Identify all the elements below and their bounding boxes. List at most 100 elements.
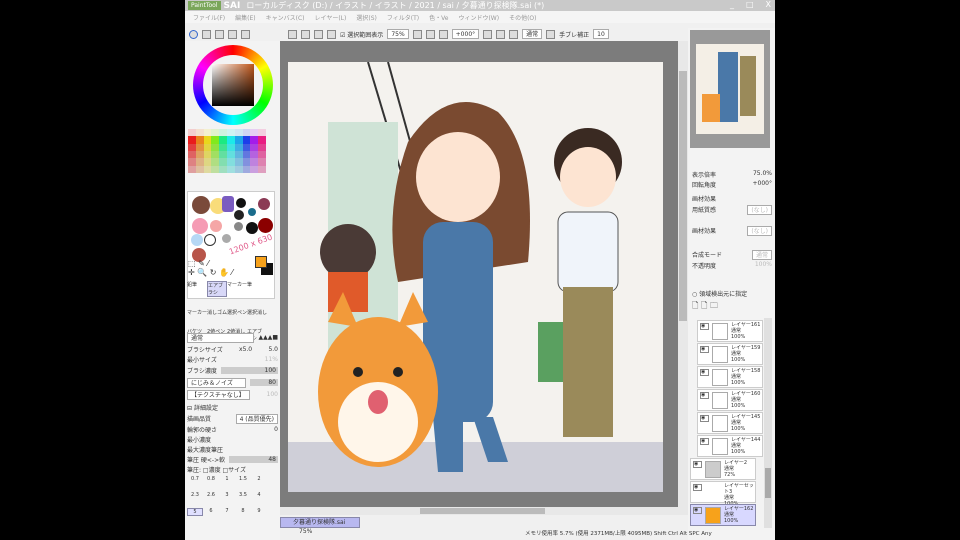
swatch[interactable] <box>227 158 235 166</box>
swatch[interactable] <box>188 158 196 166</box>
menu-layer[interactable]: レイヤー(L) <box>315 13 347 22</box>
rotate-right-button[interactable] <box>496 29 506 39</box>
brush-size-preset[interactable]: 2.6 <box>203 492 219 498</box>
redo-button[interactable] <box>327 29 336 39</box>
main-color[interactable] <box>255 256 267 268</box>
zoom-in-button[interactable] <box>425 29 435 39</box>
swatch[interactable] <box>234 143 243 151</box>
scratchpad-toggle[interactable] <box>241 29 250 39</box>
brush-size-preset[interactable]: 8 <box>235 508 251 516</box>
min-size-value[interactable]: 11% <box>265 356 278 363</box>
brush-size-preset[interactable]: 9 <box>251 508 267 516</box>
tool-icons[interactable]: ⬚ ✎ ⁄ ✛ 🔍 ↻ ✋ ⁄ <box>188 259 233 277</box>
eye-icon[interactable]: ◉ <box>693 461 702 468</box>
swatch[interactable] <box>250 136 259 144</box>
angle-field[interactable]: +000° <box>451 29 480 39</box>
menu-edit[interactable]: 編集(E) <box>235 13 255 22</box>
swatch[interactable] <box>258 129 266 137</box>
color-wheel-toggle[interactable] <box>189 29 198 39</box>
noise-slider[interactable]: 80 <box>250 379 278 386</box>
canvas-vertical-scrollbar[interactable] <box>678 41 688 515</box>
swatch[interactable] <box>250 150 259 159</box>
brush-size-preset[interactable]: 2 <box>251 476 267 482</box>
layer-item[interactable]: ◉ レイヤー162 通常 100% <box>690 504 756 526</box>
swatch[interactable] <box>242 136 251 144</box>
rotate-left-button[interactable] <box>483 29 493 39</box>
nav-angle-value[interactable]: +000° <box>753 180 772 189</box>
zoom-reset-button[interactable] <box>438 29 448 39</box>
swatch[interactable] <box>211 136 220 144</box>
brush-shape-icons[interactable]: ▲▲▲■ <box>258 334 278 341</box>
menu-color[interactable]: 色・Ve <box>429 13 448 22</box>
brush-size-value[interactable]: 5.0 <box>268 346 278 353</box>
menu-select[interactable]: 選択(S) <box>356 13 377 22</box>
swatch[interactable] <box>227 129 235 137</box>
swatch[interactable] <box>227 143 235 151</box>
swatch[interactable] <box>234 136 243 144</box>
swatch[interactable] <box>188 165 196 173</box>
brush-size-preset[interactable]: 3 <box>219 492 235 498</box>
eye-icon[interactable]: ◉ <box>700 369 709 376</box>
swatch[interactable] <box>227 136 235 144</box>
swatch[interactable] <box>219 129 227 137</box>
swatch[interactable] <box>211 165 220 173</box>
swatch[interactable] <box>211 143 220 151</box>
paper-select[interactable]: (なし) <box>747 205 772 215</box>
swatch[interactable] <box>211 150 220 159</box>
layer-item[interactable]: ◉ レイヤー145 通常 100% <box>697 412 763 434</box>
brush-size-preset[interactable]: 7 <box>219 508 235 516</box>
swatch[interactable] <box>242 158 251 166</box>
brush-size-preset[interactable]: 5 <box>187 508 203 516</box>
layer-item[interactable]: ◉ レイヤー161 通常 100% <box>697 320 763 342</box>
brush-size-preset[interactable]: 3.5 <box>235 492 251 498</box>
swatch[interactable] <box>219 143 227 151</box>
eye-icon[interactable]: ◉ <box>700 438 709 445</box>
zoom-field[interactable]: 75% <box>387 29 409 39</box>
stabilizer-select[interactable]: 10 <box>593 29 609 39</box>
swatch[interactable] <box>211 158 220 166</box>
eye-icon[interactable]: ◉ <box>700 415 709 422</box>
tool-button[interactable]: エアブラシ <box>207 281 227 297</box>
brush-size-preset[interactable]: 6 <box>203 508 219 516</box>
menu-canvas[interactable]: キャンバス(C) <box>266 13 305 22</box>
selection-checkbox[interactable]: ☑ 選択範囲表示 <box>340 30 383 39</box>
swatch[interactable] <box>250 129 259 137</box>
tool-button[interactable]: 鉛筆 <box>187 281 207 297</box>
flip-button[interactable] <box>546 29 556 39</box>
zoom-out-button[interactable] <box>412 29 422 39</box>
swatch[interactable] <box>258 150 266 159</box>
pressure-slider[interactable]: 48 <box>229 456 278 463</box>
swatch[interactable] <box>195 158 204 166</box>
swatch[interactable] <box>227 165 235 173</box>
rgb-slider-toggle[interactable] <box>202 29 211 39</box>
density-slider[interactable]: 100 <box>220 367 278 374</box>
layer-opacity-value[interactable]: 100% <box>755 261 772 270</box>
undo-button[interactable] <box>314 29 323 39</box>
swatch[interactable] <box>234 158 243 166</box>
eye-icon[interactable]: ◉ <box>693 507 702 514</box>
color-square[interactable] <box>212 64 254 106</box>
swatch[interactable] <box>219 150 227 159</box>
layer-blend-select[interactable]: 通常 <box>751 250 772 260</box>
hsv-slider-toggle[interactable] <box>215 29 224 39</box>
effects-toggle[interactable]: 画材効果 <box>692 194 716 203</box>
menu-window[interactable]: ウィンドウ(W) <box>458 13 499 22</box>
tool-button[interactable]: 選択消し <box>247 309 267 316</box>
swatch[interactable] <box>203 165 212 173</box>
swatch[interactable] <box>211 129 220 137</box>
swatch[interactable] <box>242 165 251 173</box>
edge-value[interactable]: 0 <box>274 426 278 433</box>
texture-select[interactable]: 【テクスチャなし】 <box>187 389 250 400</box>
swatch[interactable] <box>195 136 204 144</box>
detail-toggle[interactable]: ⊟ 詳細設定 <box>187 403 218 412</box>
swatch[interactable] <box>234 129 243 137</box>
swatch[interactable] <box>258 143 266 151</box>
eye-icon[interactable]: ◉ <box>700 346 709 353</box>
navigator[interactable] <box>690 30 770 148</box>
quality-select[interactable]: 4 (品質優先) <box>235 413 278 424</box>
swatch[interactable] <box>227 150 235 159</box>
swatch[interactable] <box>242 143 251 151</box>
eye-icon[interactable]: ◉ <box>700 323 709 330</box>
swatch[interactable] <box>250 158 259 166</box>
tool-button[interactable]: マーカー <box>227 281 247 297</box>
